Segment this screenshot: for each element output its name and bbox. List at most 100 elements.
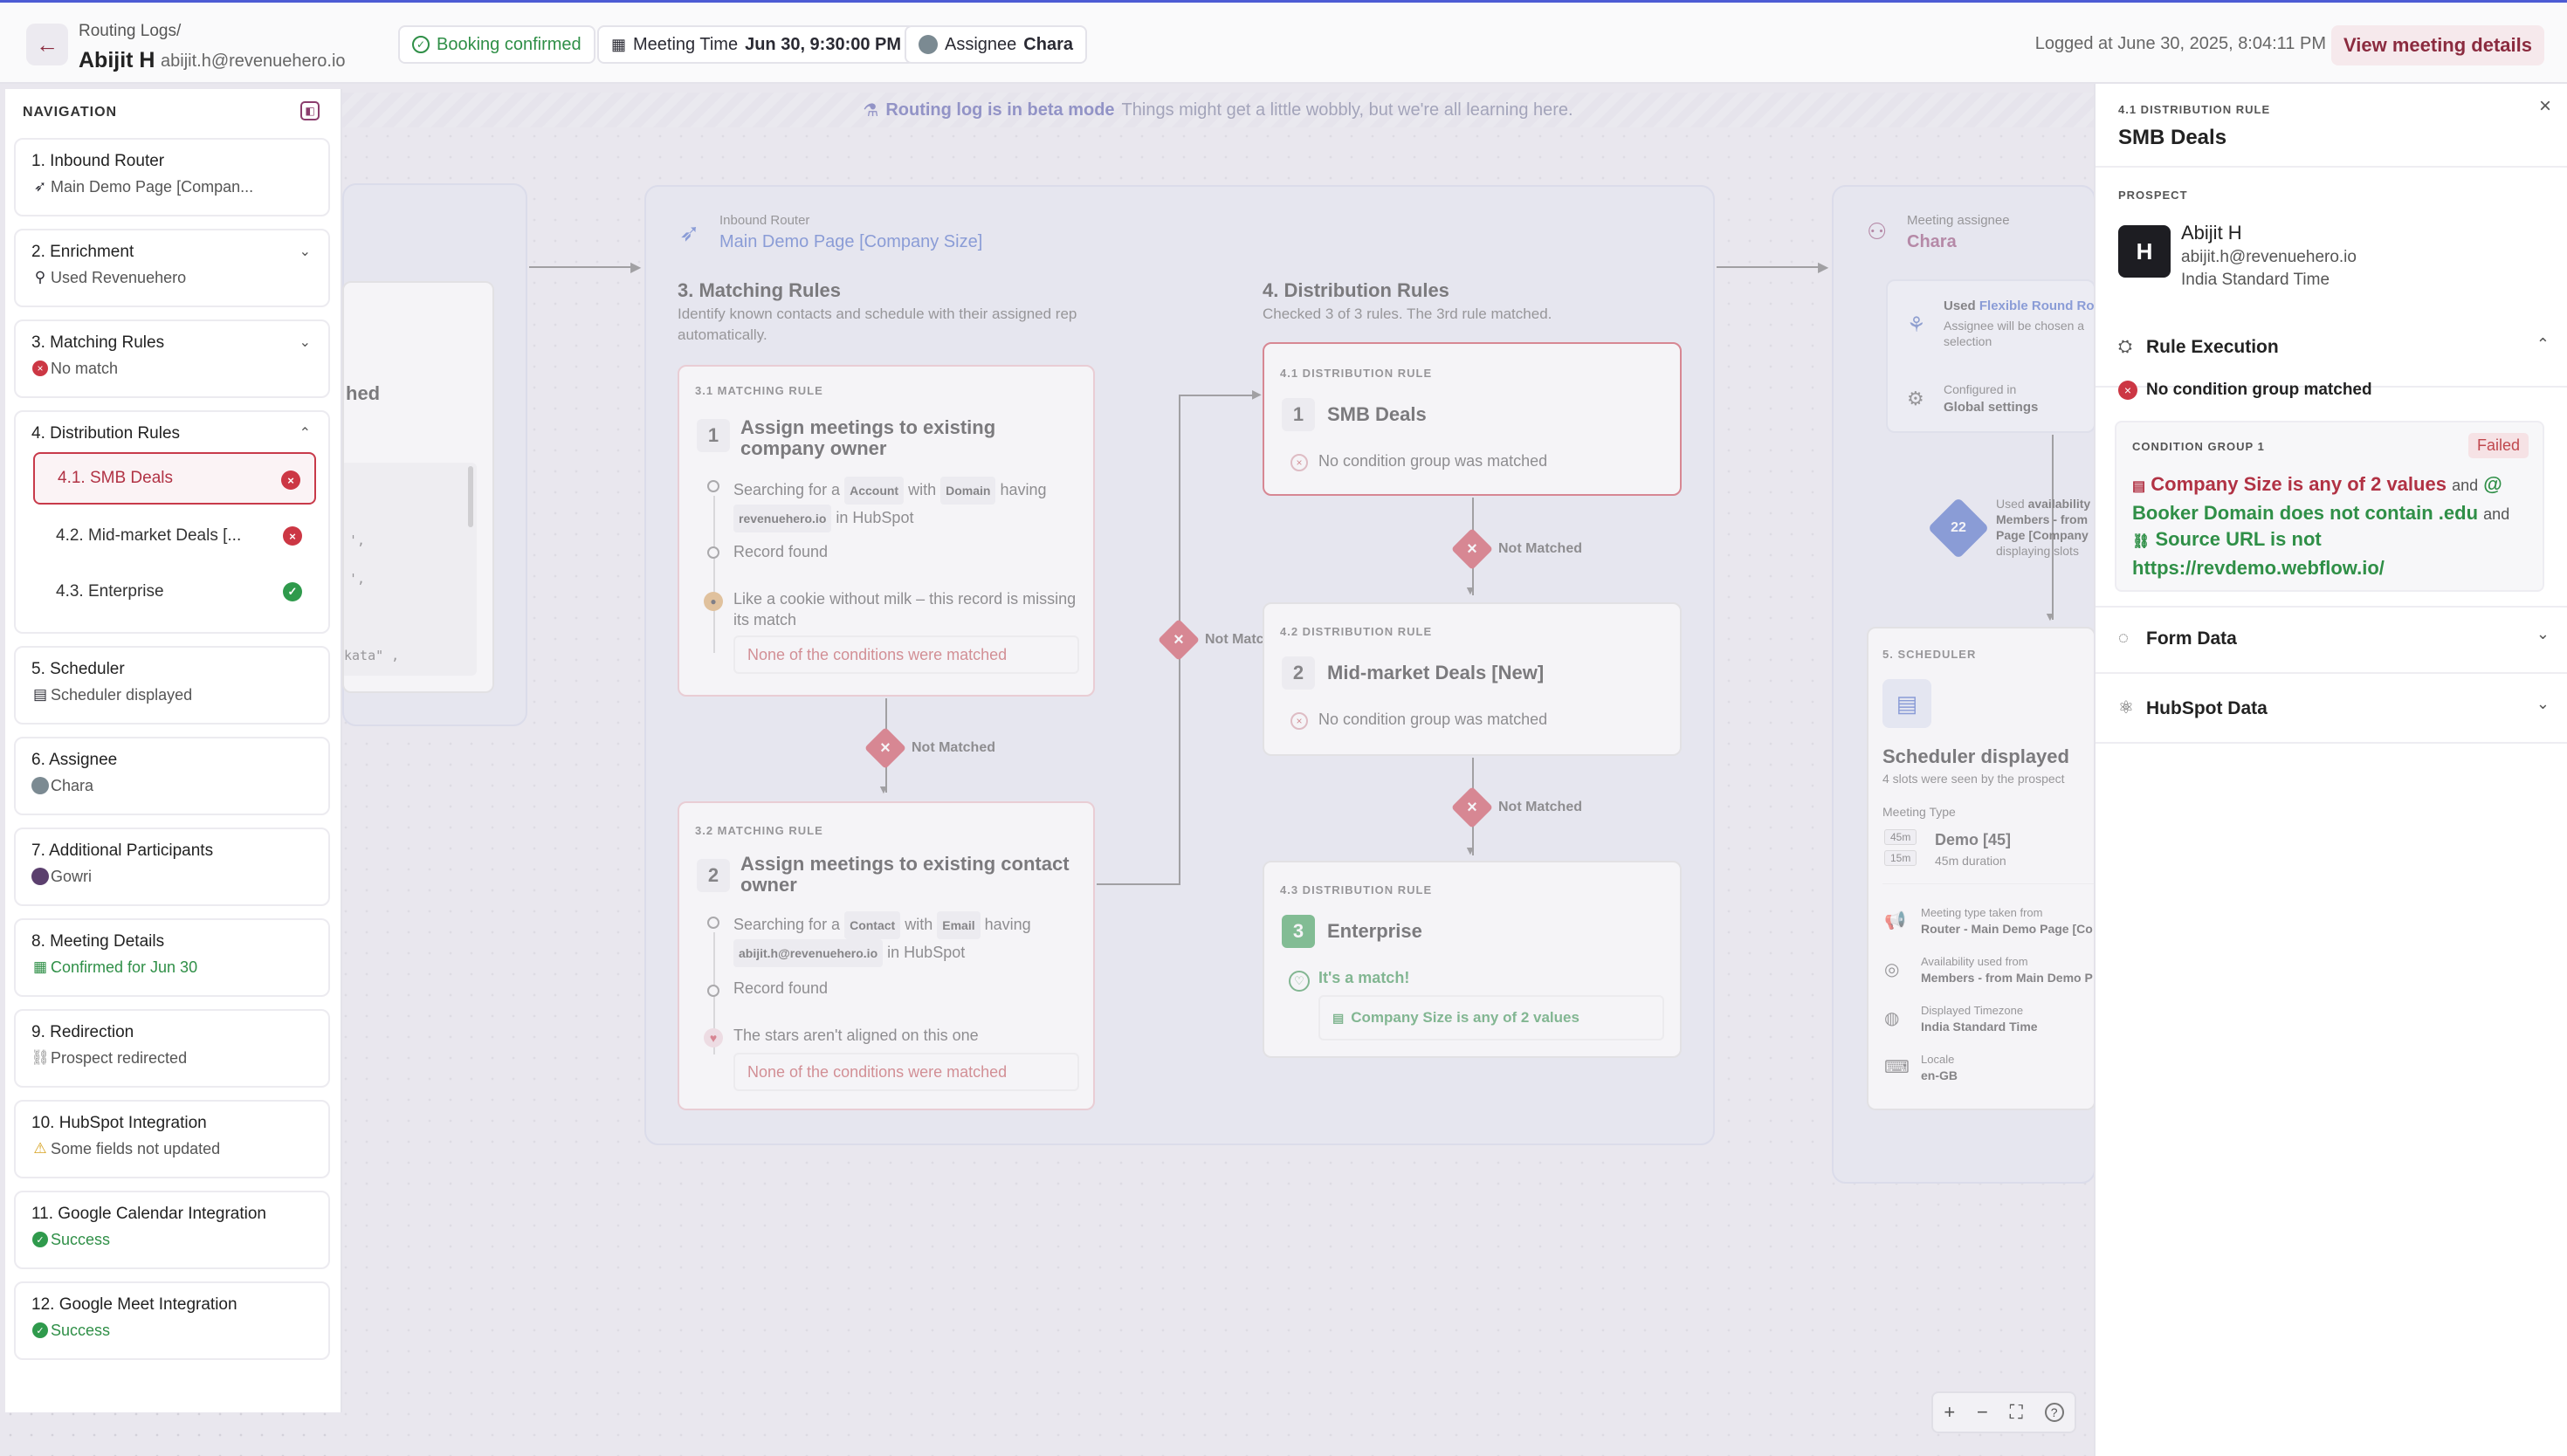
chevron-up-icon[interactable]: ⌃ <box>2536 335 2550 354</box>
check-circle-icon: ✓ <box>283 582 302 601</box>
logged-at: Logged at June 30, 2025, 8:04:11 PM <box>2034 34 2326 53</box>
prospect-name: Abijit H <box>2181 222 2242 244</box>
nav-item-title: 6. Assignee <box>31 751 118 769</box>
calendar-icon: ▦ <box>611 35 627 53</box>
nav-item-scheduler[interactable]: 5. Scheduler ▤ Scheduler displayed <box>14 646 330 725</box>
nav-item-title: 2. Enrichment <box>31 243 134 261</box>
check-circle-icon: ✓ <box>31 1231 49 1248</box>
condition-group-status: Failed <box>2467 433 2529 458</box>
nav-item-additional-participants[interactable]: 7. Additional Participants Gowri <box>14 828 330 906</box>
navigation-title: NAVIGATION <box>23 105 118 120</box>
nav-item-assignee[interactable]: 6. Assignee Chara <box>14 737 330 815</box>
meeting-time-value: Jun 30, 9:30:00 PM <box>745 34 902 54</box>
condition-2: Booker Domain does not contain .edu <box>2132 502 2479 524</box>
booking-status-chip: ✓ Booking confirmed <box>398 25 595 64</box>
hubspot-data-row[interactable]: ⚛ HubSpot Data ⌄ <box>2096 676 2567 744</box>
prospect-timezone: India Standard Time <box>2181 271 2330 289</box>
link-icon: ⛓ <box>2132 534 2151 549</box>
panel-header: 4.1 DISTRIBUTION RULE SMB Deals <box>2096 84 2567 168</box>
at-icon: @ <box>2483 473 2502 495</box>
nav-item-title: 5. Scheduler <box>31 660 125 678</box>
chevron-down-icon[interactable]: ⌄ <box>2536 625 2550 643</box>
zoom-in-button[interactable]: + <box>1944 1401 1955 1424</box>
fit-view-button[interactable]: ⛶ <box>2010 1401 2023 1424</box>
nav-item-status: No match <box>51 360 119 377</box>
navigation-panel: NAVIGATION ◧ 1. Inbound Router ➶ Main De… <box>5 89 342 1412</box>
nav-item-google-calendar[interactable]: 11. Google Calendar Integration ✓ Succes… <box>14 1191 330 1269</box>
nav-item-title: 12. Google Meet Integration <box>31 1295 237 1314</box>
avatar <box>31 777 49 794</box>
avatar <box>31 868 49 885</box>
breadcrumb[interactable]: Routing Logs/ <box>79 22 181 41</box>
nav-item-status: Confirmed for Jun 30 <box>51 958 198 976</box>
zoom-out-button[interactable]: − <box>1977 1401 1988 1424</box>
list-icon: ▤ <box>2132 479 2146 494</box>
hubspot-data-title: HubSpot Data <box>2146 698 2268 718</box>
nav-item-matching-rules[interactable]: 3. Matching Rules ⌄ × No match <box>14 319 330 398</box>
nav-item-redirection[interactable]: 9. Redirection ⛓ Prospect redirected <box>14 1009 330 1088</box>
and-text: and <box>2483 505 2510 523</box>
x-circle-icon: × <box>281 470 300 490</box>
subitem-label: 4.1. SMB Deals <box>58 469 173 487</box>
nav-item-title: 3. Matching Rules <box>31 333 165 352</box>
nav-item-status: Main Demo Page [Compan... <box>51 178 254 196</box>
rule-execution-icon: ⛭ <box>2118 337 2132 356</box>
and-text: and <box>2452 477 2479 494</box>
nav-item-status: Success <box>51 1322 111 1339</box>
nav-subitem-enterprise[interactable]: 4.3. Enterprise ✓ <box>33 566 316 618</box>
back-button[interactable]: ← <box>26 24 68 65</box>
nav-item-title: 10. HubSpot Integration <box>31 1114 207 1132</box>
meeting-time-label: Meeting Time <box>633 34 739 54</box>
nav-item-google-meet[interactable]: 12. Google Meet Integration ✓ Success <box>14 1281 330 1360</box>
nav-item-inbound-router[interactable]: 1. Inbound Router ➶ Main Demo Page [Comp… <box>14 138 330 216</box>
header: ← Routing Logs/ Abijit H abijit.h@revenu… <box>0 0 2567 84</box>
warning-icon: ⚠ <box>33 1140 47 1157</box>
condition-1: Company Size is any of 2 values <box>2151 473 2447 495</box>
nav-subitem-smb-deals[interactable]: 4.1. SMB Deals × <box>33 452 316 505</box>
no-match-text: No condition group matched <box>2146 381 2372 399</box>
collapse-icon[interactable]: ◧ <box>300 101 320 120</box>
x-circle-icon: × <box>31 360 49 377</box>
nav-item-status: Success <box>51 1231 111 1248</box>
nav-item-hubspot-integration[interactable]: 10. HubSpot Integration ⚠ Some fields no… <box>14 1100 330 1178</box>
subitem-label: 4.2. Mid-market Deals [... <box>56 526 242 545</box>
assignee-value: Chara <box>1023 34 1073 54</box>
prospect-email: abijit.h@revenuehero.io <box>2181 248 2357 266</box>
view-meeting-details-button[interactable]: View meeting details <box>2330 25 2544 65</box>
chevron-down-icon[interactable]: ⌄ <box>2536 695 2550 713</box>
prospect-label: PROSPECT <box>2118 189 2188 202</box>
condition-group-card: CONDITION GROUP 1 Failed ▤ Company Size … <box>2115 421 2544 592</box>
condition-3: Source URL is not <box>2155 528 2322 550</box>
meeting-time-chip: ▦ Meeting Time Jun 30, 9:30:00 PM <box>597 25 916 64</box>
scheduler-icon: ▤ <box>32 686 48 703</box>
zoom-controls: + − ⛶ ? <box>1931 1391 2076 1433</box>
form-data-row[interactable]: ◌ Form Data ⌄ <box>2096 606 2567 674</box>
nav-item-status: Some fields not updated <box>51 1140 221 1157</box>
no-match-row: × No condition group matched <box>2118 381 2372 400</box>
chevron-down-icon[interactable]: ⌄ <box>299 333 311 351</box>
nav-item-title: 1. Inbound Router <box>31 152 165 170</box>
hubspot-icon: ⚛ <box>2118 698 2134 718</box>
nav-item-enrichment[interactable]: 2. Enrichment ⌄ ⚲ Used Revenuehero <box>14 229 330 307</box>
nav-subitem-mid-market[interactable]: 4.2. Mid-market Deals [... × <box>33 510 316 562</box>
panel-caption: 4.1 DISTRIBUTION RULE <box>2118 103 2271 116</box>
prospect-email: abijit.h@revenuehero.io <box>161 52 346 71</box>
chevron-up-icon[interactable]: ⌃ <box>299 424 311 442</box>
assignee-chip: Assignee Chara <box>905 25 1087 64</box>
nav-item-status: Used Revenuehero <box>51 269 187 286</box>
panel-title: SMB Deals <box>2118 126 2227 149</box>
nav-item-title: 11. Google Calendar Integration <box>31 1205 266 1223</box>
nav-item-title: 8. Meeting Details <box>31 932 165 951</box>
nav-item-status: Scheduler displayed <box>51 686 193 704</box>
nav-item-meeting-details[interactable]: 8. Meeting Details ▦ Confirmed for Jun 3… <box>14 918 330 997</box>
nav-item-distribution-rules[interactable]: 4. Distribution Rules ⌃ 4.1. SMB Deals ×… <box>14 410 330 634</box>
condition-list: ▤ Company Size is any of 2 values and @ … <box>2132 471 2534 581</box>
rule-execution-title[interactable]: Rule Execution <box>2146 337 2279 358</box>
form-icon: ◌ <box>2118 628 2129 648</box>
help-button[interactable]: ? <box>2044 1403 2064 1422</box>
x-circle-icon: × <box>283 526 302 546</box>
chevron-down-icon[interactable]: ⌄ <box>299 243 311 260</box>
router-icon: ➶ <box>33 178 47 195</box>
arrow-left-icon: ← <box>36 31 58 58</box>
avatar <box>919 35 938 54</box>
